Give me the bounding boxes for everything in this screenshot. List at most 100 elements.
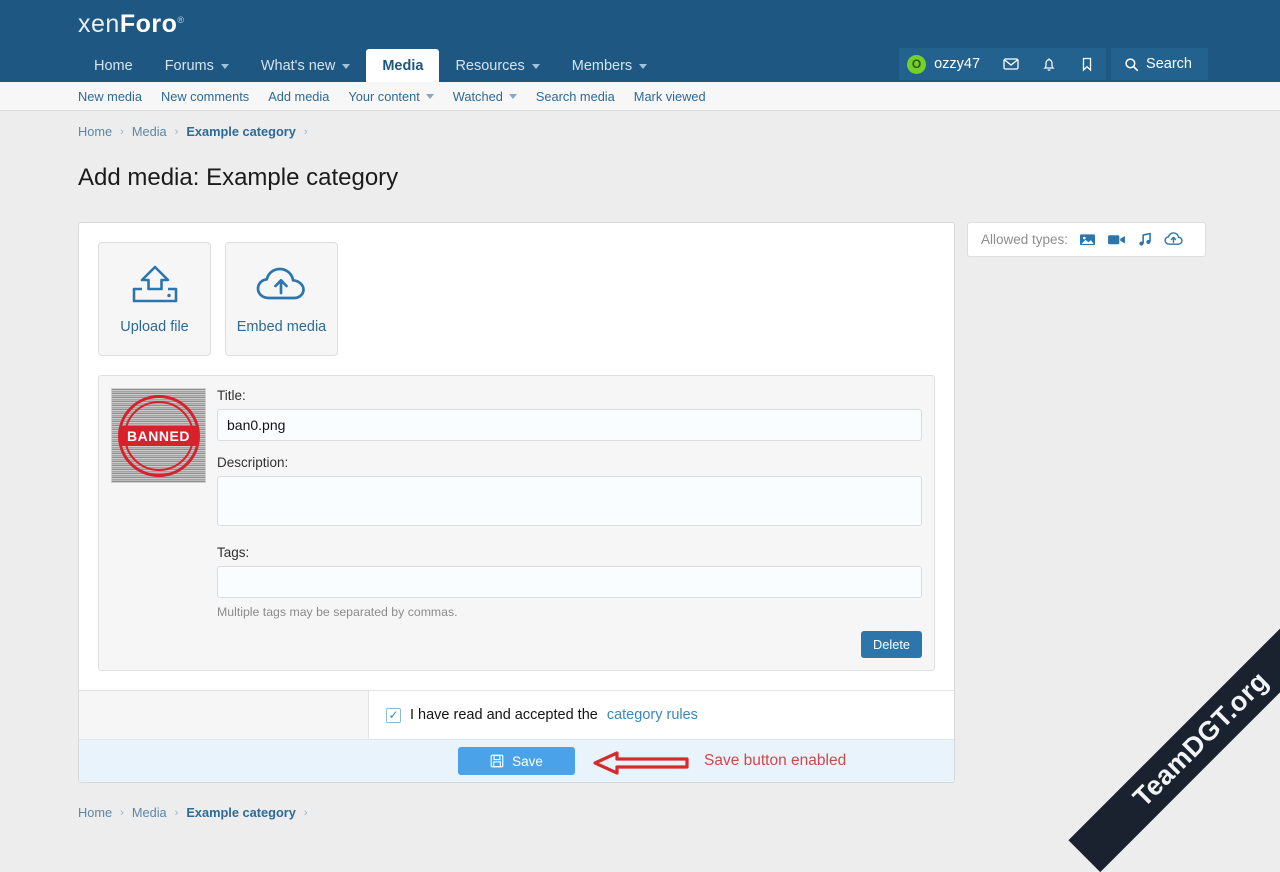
subnav-label: Watched (453, 89, 503, 104)
breadcrumb-separator: › (304, 126, 308, 138)
breadcrumb-separator: › (175, 807, 179, 819)
alerts-button[interactable] (1030, 48, 1068, 80)
annotation-arrow-icon (591, 750, 691, 776)
embed-media-button[interactable]: Embed media (225, 242, 338, 356)
delete-row: Delete (217, 631, 922, 658)
nav-item-forums[interactable]: Forums (149, 50, 245, 82)
embed-media-label: Embed media (237, 319, 326, 335)
cloud-upload-icon (1164, 232, 1183, 247)
nav-label: Members (572, 58, 632, 74)
breadcrumb-item-category[interactable]: Example category (186, 805, 296, 820)
subnav-item-mark-viewed[interactable]: Mark viewed (634, 89, 706, 104)
accept-rules-label: I have read and accepted the (410, 707, 598, 723)
chevron-down-icon (639, 64, 647, 69)
nav-item-whats-new[interactable]: What's new (245, 50, 367, 82)
page-title: Add media: Example category (0, 155, 1280, 192)
title-label: Title: (217, 388, 922, 403)
nav-label: Resources (455, 58, 524, 74)
media-item-row: BANNED Title: Description: Tags: Multipl… (98, 375, 935, 671)
nav-label: What's new (261, 58, 336, 74)
breadcrumb-separator: › (304, 807, 308, 819)
title-input[interactable] (217, 409, 922, 441)
tags-input[interactable] (217, 566, 922, 598)
header-user-area: O ozzy47 Search (899, 48, 1208, 80)
annotation-text: Save button enabled (704, 752, 846, 770)
chevron-down-icon (532, 64, 540, 69)
bell-icon (1041, 56, 1057, 73)
main-navigation: Home Forums What's new Media Resources M… (78, 46, 663, 82)
allowed-types-label: Allowed types: (981, 232, 1068, 247)
media-thumbnail[interactable]: BANNED (111, 388, 206, 483)
rules-row: ✓ I have read and accepted the category … (79, 690, 954, 739)
image-icon (1079, 232, 1096, 247)
subnav-item-new-media[interactable]: New media (78, 89, 142, 104)
sub-navigation: New media New comments Add media Your co… (0, 82, 1280, 111)
video-icon (1107, 232, 1126, 247)
description-input[interactable] (217, 476, 922, 526)
subnav-label: New media (78, 89, 142, 104)
nav-label: Home (94, 58, 133, 74)
nav-label: Forums (165, 58, 214, 74)
floppy-save-icon (490, 754, 504, 768)
save-label: Save (512, 754, 543, 769)
chevron-down-icon (509, 94, 517, 99)
category-rules-link[interactable]: category rules (607, 707, 698, 723)
save-button[interactable]: Save (458, 747, 575, 775)
site-logo[interactable]: xenForo® (78, 10, 185, 39)
breadcrumb-item-home[interactable]: Home (78, 124, 112, 139)
subnav-item-watched[interactable]: Watched (453, 89, 517, 104)
subnav-item-new-comments[interactable]: New comments (161, 89, 249, 104)
inbox-button[interactable] (992, 48, 1030, 80)
logo-text-right: Foro (120, 10, 178, 38)
search-label: Search (1146, 56, 1192, 72)
content-area: Upload file Embed media BANNED Title: (0, 208, 1280, 783)
rules-spacer (79, 691, 369, 739)
nav-item-home[interactable]: Home (78, 50, 149, 82)
thumbnail-label: BANNED (121, 426, 197, 446)
breadcrumb-item-category[interactable]: Example category (186, 124, 296, 139)
avatar: O (907, 55, 926, 74)
chevron-down-icon (221, 64, 229, 69)
cloud-upload-icon (254, 263, 310, 307)
nav-item-resources[interactable]: Resources (439, 50, 555, 82)
subnav-item-your-content[interactable]: Your content (348, 89, 433, 104)
breadcrumb-item-home[interactable]: Home (78, 805, 112, 820)
search-button[interactable]: Search (1111, 48, 1208, 80)
chevron-down-icon (426, 94, 434, 99)
subnav-label: New comments (161, 89, 249, 104)
subnav-item-add-media[interactable]: Add media (268, 89, 329, 104)
breadcrumb-item-media[interactable]: Media (132, 805, 167, 820)
bookmarks-button[interactable] (1068, 48, 1106, 80)
media-fields: Title: Description: Tags: Multiple tags … (217, 388, 922, 658)
upload-tray-icon (128, 263, 182, 307)
delete-button[interactable]: Delete (861, 631, 922, 658)
nav-label: Media (382, 58, 423, 74)
description-label: Description: (217, 455, 922, 470)
chevron-down-icon (342, 64, 350, 69)
banned-stamp-icon: BANNED (118, 395, 200, 477)
nav-item-media[interactable]: Media (366, 49, 439, 82)
breadcrumb: Home › Media › Example category › (0, 111, 1280, 139)
upload-file-button[interactable]: Upload file (98, 242, 211, 356)
user-menu-button[interactable]: O ozzy47 (899, 48, 992, 80)
breadcrumb-separator: › (120, 807, 124, 819)
breadcrumb-item-media[interactable]: Media (132, 124, 167, 139)
nav-item-members[interactable]: Members (556, 50, 663, 82)
breadcrumb-separator: › (120, 126, 124, 138)
accept-rules-checkbox[interactable]: ✓ (386, 708, 401, 723)
subnav-label: Search media (536, 89, 615, 104)
tags-label: Tags: (217, 545, 922, 560)
allowed-types-box: Allowed types: (967, 222, 1206, 257)
tags-hint: Multiple tags may be separated by commas… (217, 605, 922, 619)
upload-file-label: Upload file (120, 319, 189, 335)
bookmark-icon (1080, 56, 1094, 73)
username-label: ozzy47 (934, 56, 980, 72)
rules-content: ✓ I have read and accepted the category … (369, 691, 954, 739)
add-media-panel: Upload file Embed media BANNED Title: (78, 222, 955, 783)
logo-trademark: ® (177, 15, 184, 25)
subnav-item-search-media[interactable]: Search media (536, 89, 615, 104)
search-icon (1124, 57, 1139, 72)
uploader-buttons: Upload file Embed media (79, 223, 954, 356)
site-header: xenForo® Home Forums What's new Media Re… (0, 0, 1280, 82)
subnav-label: Your content (348, 89, 419, 104)
